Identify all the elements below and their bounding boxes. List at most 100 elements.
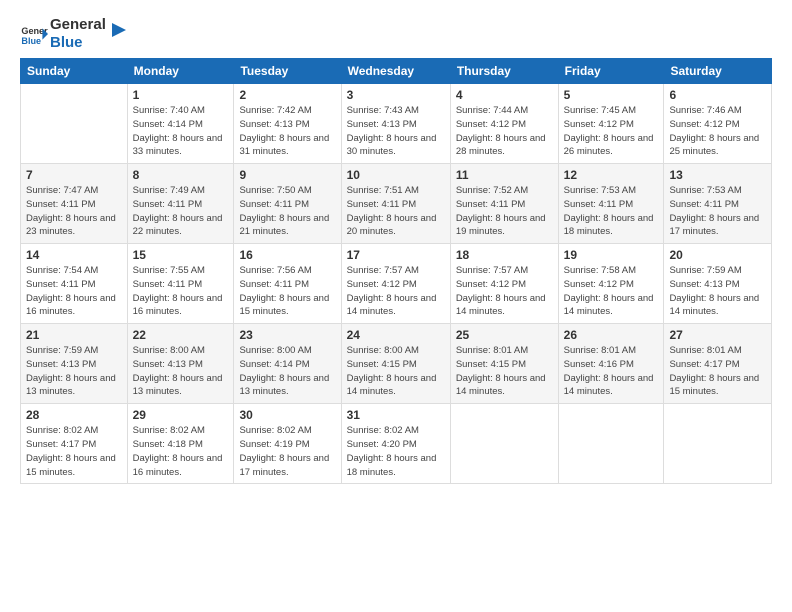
day-number: 1 xyxy=(133,88,229,102)
week-row-2: 7 Sunrise: 7:47 AMSunset: 4:11 PMDaylight… xyxy=(21,164,772,244)
calendar-cell: 25 Sunrise: 8:01 AMSunset: 4:15 PMDayligh… xyxy=(450,324,558,404)
calendar-cell: 6 Sunrise: 7:46 AMSunset: 4:12 PMDaylight… xyxy=(664,84,772,164)
day-number: 2 xyxy=(239,88,335,102)
logo: General Blue General Blue xyxy=(20,16,130,52)
day-info: Sunrise: 8:00 AMSunset: 4:15 PMDaylight:… xyxy=(347,344,445,399)
day-number: 23 xyxy=(239,328,335,342)
day-info: Sunrise: 7:57 AMSunset: 4:12 PMDaylight:… xyxy=(347,264,445,319)
day-info: Sunrise: 8:02 AMSunset: 4:18 PMDaylight:… xyxy=(133,424,229,479)
logo-general: General xyxy=(50,16,106,34)
day-info: Sunrise: 7:50 AMSunset: 4:11 PMDaylight:… xyxy=(239,184,335,239)
day-info: Sunrise: 7:47 AMSunset: 4:11 PMDaylight:… xyxy=(26,184,122,239)
day-info: Sunrise: 7:52 AMSunset: 4:11 PMDaylight:… xyxy=(456,184,553,239)
day-number: 7 xyxy=(26,168,122,182)
calendar-cell: 28Sunrise: 8:02 AMSunset: 4:17 PMDayligh… xyxy=(21,404,128,484)
calendar-cell xyxy=(664,404,772,484)
calendar-cell: 31 Sunrise: 8:02 AMSunset: 4:20 PMDayligh… xyxy=(341,404,450,484)
day-info: Sunrise: 8:01 AMSunset: 4:17 PMDaylight:… xyxy=(669,344,766,399)
day-number: 4 xyxy=(456,88,553,102)
weekday-header-row: SundayMondayTuesdayWednesdayThursdayFrid… xyxy=(21,59,772,84)
day-info: Sunrise: 8:01 AMSunset: 4:16 PMDaylight:… xyxy=(564,344,659,399)
day-number: 14 xyxy=(26,248,122,262)
calendar-cell: 11Sunrise: 7:52 AMSunset: 4:11 PMDayligh… xyxy=(450,164,558,244)
logo-icon: General Blue xyxy=(20,20,48,48)
day-number: 30 xyxy=(239,408,335,422)
calendar-cell: 18Sunrise: 7:57 AMSunset: 4:12 PMDayligh… xyxy=(450,244,558,324)
day-number: 5 xyxy=(564,88,659,102)
calendar-cell: 14 Sunrise: 7:54 AMSunset: 4:11 PMDayligh… xyxy=(21,244,128,324)
day-number: 17 xyxy=(347,248,445,262)
calendar-cell: 5 Sunrise: 7:45 AMSunset: 4:12 PMDaylight… xyxy=(558,84,664,164)
weekday-header-saturday: Saturday xyxy=(664,59,772,84)
day-number: 20 xyxy=(669,248,766,262)
logo-blue: Blue xyxy=(50,34,106,52)
day-info: Sunrise: 7:46 AMSunset: 4:12 PMDaylight:… xyxy=(669,104,766,159)
day-number: 13 xyxy=(669,168,766,182)
day-info: Sunrise: 7:56 AMSunset: 4:11 PMDaylight:… xyxy=(239,264,335,319)
calendar-table: SundayMondayTuesdayWednesdayThursdayFrid… xyxy=(20,58,772,484)
day-number: 29 xyxy=(133,408,229,422)
week-row-1: 1 Sunrise: 7:40 AMSunset: 4:14 PMDaylight… xyxy=(21,84,772,164)
day-info: Sunrise: 8:01 AMSunset: 4:15 PMDaylight:… xyxy=(456,344,553,399)
calendar-cell: 15 Sunrise: 7:55 AMSunset: 4:11 PMDayligh… xyxy=(127,244,234,324)
calendar-cell: 2 Sunrise: 7:42 AMSunset: 4:13 PMDaylight… xyxy=(234,84,341,164)
calendar-cell: 10Sunrise: 7:51 AMSunset: 4:11 PMDayligh… xyxy=(341,164,450,244)
calendar-cell: 3 Sunrise: 7:43 AMSunset: 4:13 PMDaylight… xyxy=(341,84,450,164)
day-info: Sunrise: 7:45 AMSunset: 4:12 PMDaylight:… xyxy=(564,104,659,159)
calendar-cell: 30Sunrise: 8:02 AMSunset: 4:19 PMDayligh… xyxy=(234,404,341,484)
calendar-cell: 4 Sunrise: 7:44 AMSunset: 4:12 PMDaylight… xyxy=(450,84,558,164)
day-number: 26 xyxy=(564,328,659,342)
calendar-cell: 13Sunrise: 7:53 AMSunset: 4:11 PMDayligh… xyxy=(664,164,772,244)
day-info: Sunrise: 8:00 AMSunset: 4:14 PMDaylight:… xyxy=(239,344,335,399)
day-number: 8 xyxy=(133,168,229,182)
day-number: 27 xyxy=(669,328,766,342)
day-info: Sunrise: 7:49 AMSunset: 4:11 PMDaylight:… xyxy=(133,184,229,239)
week-row-3: 14 Sunrise: 7:54 AMSunset: 4:11 PMDayligh… xyxy=(21,244,772,324)
weekday-header-thursday: Thursday xyxy=(450,59,558,84)
calendar-cell: 1 Sunrise: 7:40 AMSunset: 4:14 PMDaylight… xyxy=(127,84,234,164)
weekday-header-friday: Friday xyxy=(558,59,664,84)
day-info: Sunrise: 7:59 AMSunset: 4:13 PMDaylight:… xyxy=(669,264,766,319)
calendar-cell xyxy=(21,84,128,164)
day-info: Sunrise: 7:59 AMSunset: 4:13 PMDaylight:… xyxy=(26,344,122,399)
day-number: 24 xyxy=(347,328,445,342)
day-info: Sunrise: 7:51 AMSunset: 4:11 PMDaylight:… xyxy=(347,184,445,239)
day-number: 22 xyxy=(133,328,229,342)
day-number: 19 xyxy=(564,248,659,262)
weekday-header-monday: Monday xyxy=(127,59,234,84)
day-info: Sunrise: 7:40 AMSunset: 4:14 PMDaylight:… xyxy=(133,104,229,159)
day-info: Sunrise: 7:58 AMSunset: 4:12 PMDaylight:… xyxy=(564,264,659,319)
day-number: 9 xyxy=(239,168,335,182)
day-number: 18 xyxy=(456,248,553,262)
calendar-cell: 24 Sunrise: 8:00 AMSunset: 4:15 PMDayligh… xyxy=(341,324,450,404)
day-info: Sunrise: 7:53 AMSunset: 4:11 PMDaylight:… xyxy=(564,184,659,239)
day-info: Sunrise: 7:42 AMSunset: 4:13 PMDaylight:… xyxy=(239,104,335,159)
day-info: Sunrise: 7:43 AMSunset: 4:13 PMDaylight:… xyxy=(347,104,445,159)
day-number: 6 xyxy=(669,88,766,102)
logo-arrow-icon xyxy=(108,19,130,41)
day-info: Sunrise: 7:54 AMSunset: 4:11 PMDaylight:… xyxy=(26,264,122,319)
day-info: Sunrise: 8:02 AMSunset: 4:20 PMDaylight:… xyxy=(347,424,445,479)
calendar-cell: 16 Sunrise: 7:56 AMSunset: 4:11 PMDayligh… xyxy=(234,244,341,324)
svg-text:Blue: Blue xyxy=(21,36,41,46)
day-number: 16 xyxy=(239,248,335,262)
calendar-cell: 9 Sunrise: 7:50 AMSunset: 4:11 PMDaylight… xyxy=(234,164,341,244)
calendar-cell: 20 Sunrise: 7:59 AMSunset: 4:13 PMDayligh… xyxy=(664,244,772,324)
day-number: 12 xyxy=(564,168,659,182)
calendar-cell: 21 Sunrise: 7:59 AMSunset: 4:13 PMDayligh… xyxy=(21,324,128,404)
day-number: 21 xyxy=(26,328,122,342)
calendar-cell: 17 Sunrise: 7:57 AMSunset: 4:12 PMDayligh… xyxy=(341,244,450,324)
day-info: Sunrise: 7:44 AMSunset: 4:12 PMDaylight:… xyxy=(456,104,553,159)
day-number: 15 xyxy=(133,248,229,262)
calendar-cell xyxy=(450,404,558,484)
day-number: 31 xyxy=(347,408,445,422)
calendar-cell: 22Sunrise: 8:00 AMSunset: 4:13 PMDayligh… xyxy=(127,324,234,404)
header: General Blue General Blue xyxy=(20,16,772,52)
week-row-5: 28Sunrise: 8:02 AMSunset: 4:17 PMDayligh… xyxy=(21,404,772,484)
day-info: Sunrise: 7:55 AMSunset: 4:11 PMDaylight:… xyxy=(133,264,229,319)
weekday-header-wednesday: Wednesday xyxy=(341,59,450,84)
day-number: 25 xyxy=(456,328,553,342)
calendar-cell: 23 Sunrise: 8:00 AMSunset: 4:14 PMDayligh… xyxy=(234,324,341,404)
day-number: 3 xyxy=(347,88,445,102)
calendar-cell: 7 Sunrise: 7:47 AMSunset: 4:11 PMDaylight… xyxy=(21,164,128,244)
